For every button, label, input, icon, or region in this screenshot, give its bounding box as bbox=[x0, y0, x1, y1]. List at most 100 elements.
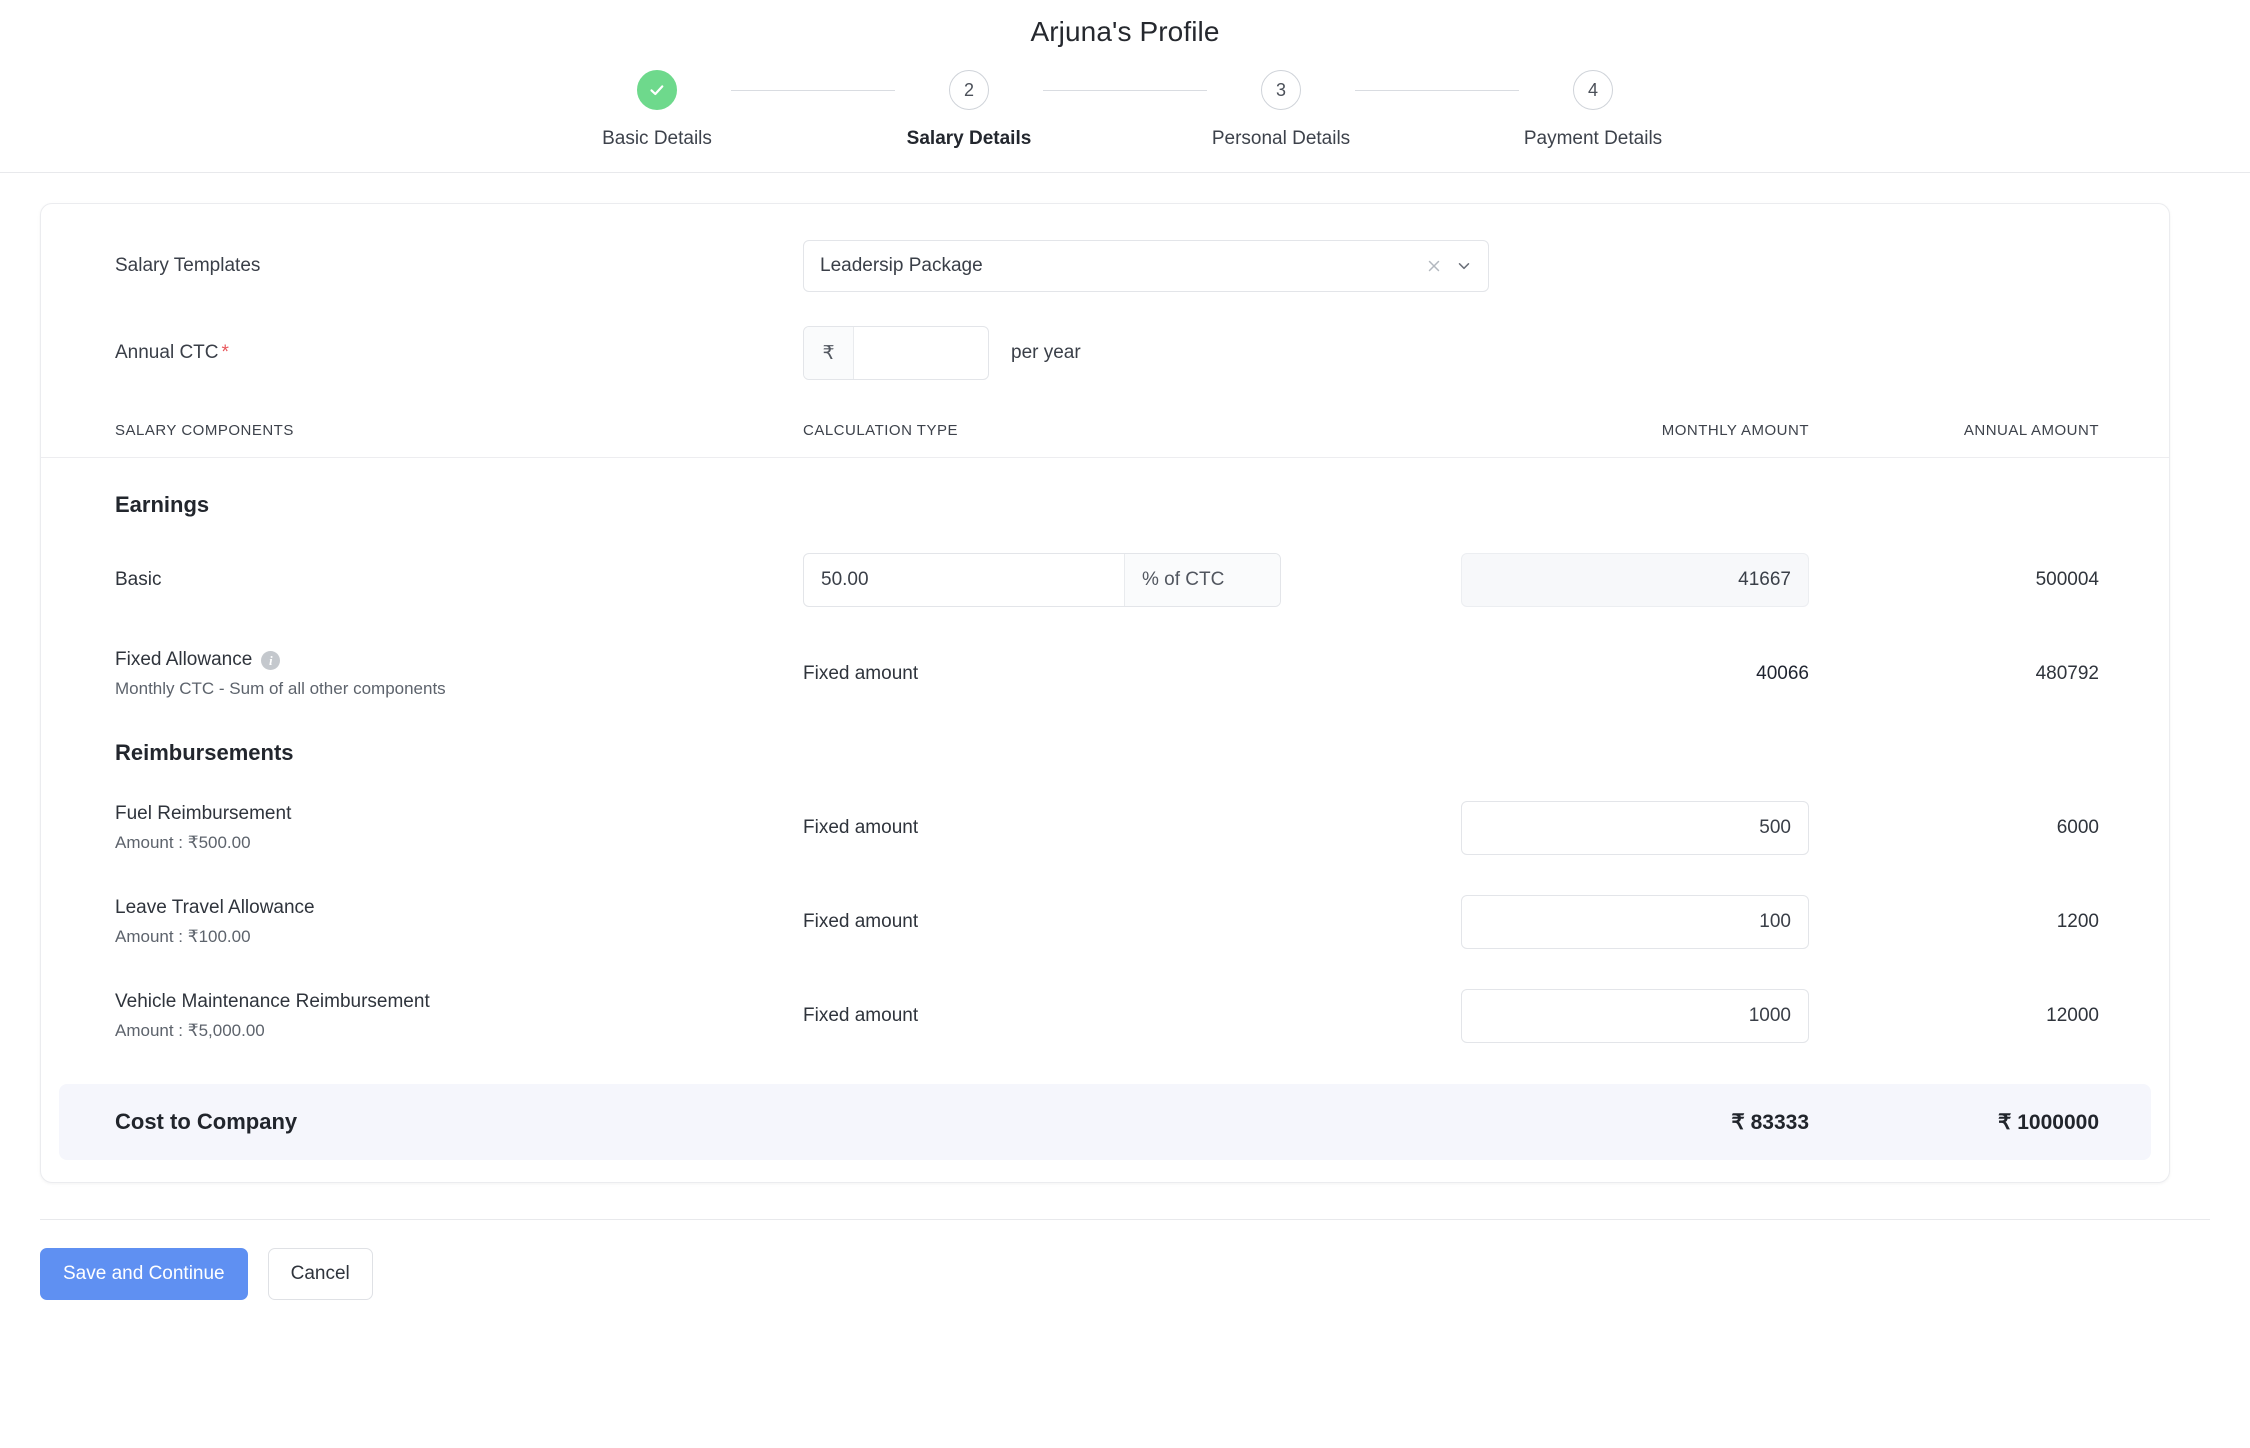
step-personal-details[interactable]: 3 Personal Details bbox=[1207, 70, 1355, 150]
actions-divider bbox=[40, 1219, 2210, 1220]
table-row: Leave Travel Allowance Amount : ₹100.00 Fi… bbox=[41, 890, 2169, 954]
step-label-payment-details: Payment Details bbox=[1523, 128, 1663, 149]
annual-ctc-label-text: Annual CTC bbox=[115, 342, 219, 363]
component-cell: Vehicle Maintenance Reimbursement Amount … bbox=[115, 991, 803, 1041]
close-icon[interactable] bbox=[1426, 258, 1442, 274]
monthly-amount-input[interactable] bbox=[1461, 801, 1809, 855]
component-name-text: Vehicle Maintenance Reimbursement bbox=[115, 991, 430, 1012]
table-body: Earnings Basic % of CTC 500004 Fixed Allowan… bbox=[41, 458, 2169, 1048]
monthly-amount-cell bbox=[1409, 895, 1809, 949]
step-payment-details[interactable]: 4 Payment Details bbox=[1519, 70, 1667, 150]
annual-amount-text: 480792 bbox=[2035, 663, 2099, 684]
percent-input-group[interactable]: % of CTC bbox=[803, 553, 1281, 607]
annual-ctc-input[interactable] bbox=[854, 327, 988, 379]
annual-amount-cell: 1200 bbox=[1809, 911, 2099, 933]
annual-amount-cell: 12000 bbox=[1809, 1005, 2099, 1027]
header-salary-components: SALARY COMPONENTS bbox=[115, 422, 294, 439]
salary-templates-value: Leadersip Package bbox=[820, 255, 983, 276]
cost-to-company-annual: ₹ 1000000 bbox=[1998, 1110, 2099, 1134]
component-name: Basic bbox=[115, 569, 803, 591]
annual-ctc-suffix: per year bbox=[1011, 342, 1081, 363]
page-title: Arjuna's Profile bbox=[1030, 16, 1220, 47]
monthly-amount-input-wrap bbox=[1409, 801, 1809, 855]
calculation-type-text: Fixed amount bbox=[803, 663, 919, 684]
component-name: Leave Travel Allowance bbox=[115, 897, 803, 919]
percent-input[interactable] bbox=[804, 554, 1124, 606]
monthly-amount-input-wrap bbox=[1409, 895, 1809, 949]
step-connector bbox=[1043, 90, 1207, 91]
component-subtext: Amount : ₹500.00 bbox=[115, 833, 251, 852]
step-salary-details[interactable]: 2 Salary Details bbox=[895, 70, 1043, 150]
salary-templates-label: Salary Templates bbox=[115, 255, 261, 276]
annual-ctc-input-group[interactable]: ₹ bbox=[803, 326, 989, 380]
monthly-amount-cell bbox=[1409, 801, 1809, 855]
table-header-row: SALARY COMPONENTS CALCULATION TYPE MONTH… bbox=[41, 422, 2169, 458]
monthly-amount-input-wrap bbox=[1409, 989, 1809, 1043]
annual-amount-cell: 500004 bbox=[1809, 569, 2099, 591]
salary-templates-row: Salary Templates Leadersip Package bbox=[41, 240, 2169, 292]
calculation-type-text: Fixed amount bbox=[803, 817, 919, 838]
salary-templates-select[interactable]: Leadersip Package bbox=[803, 240, 1489, 292]
save-and-continue-button[interactable]: Save and Continue bbox=[40, 1248, 248, 1300]
component-cell: Basic bbox=[115, 569, 803, 591]
step-label-basic-details: Basic Details bbox=[602, 128, 712, 149]
table-row: Fixed Allowance i Monthly CTC - Sum of all… bbox=[41, 642, 2169, 706]
component-subtext: Amount : ₹5,000.00 bbox=[115, 1021, 265, 1040]
component-name-text: Fixed Allowance bbox=[115, 649, 253, 670]
monthly-amount-text: 40066 bbox=[1756, 663, 1809, 684]
annual-amount-cell: 6000 bbox=[1809, 817, 2099, 839]
step-connector bbox=[731, 90, 895, 91]
cost-to-company-row: Cost to Company ₹ 83333 ₹ 1000000 bbox=[59, 1084, 2151, 1160]
table-row: Vehicle Maintenance Reimbursement Amount … bbox=[41, 984, 2169, 1048]
component-name-text: Basic bbox=[115, 569, 162, 590]
component-name: Fixed Allowance i bbox=[115, 649, 803, 671]
monthly-amount-cell bbox=[1409, 553, 1809, 607]
step-label-personal-details: Personal Details bbox=[1211, 128, 1351, 149]
info-icon[interactable]: i bbox=[261, 650, 281, 670]
cost-to-company-label: Cost to Company bbox=[115, 1109, 298, 1134]
monthly-amount-input[interactable] bbox=[1461, 989, 1809, 1043]
calculation-cell: Fixed amount bbox=[803, 911, 1409, 933]
component-name: Vehicle Maintenance Reimbursement bbox=[115, 991, 803, 1013]
calculation-type-text: Fixed amount bbox=[803, 1005, 919, 1026]
chevron-down-icon[interactable] bbox=[1456, 258, 1472, 274]
component-name: Fuel Reimbursement bbox=[115, 803, 803, 825]
component-cell: Leave Travel Allowance Amount : ₹100.00 bbox=[115, 897, 803, 947]
cancel-button[interactable]: Cancel bbox=[267, 1248, 373, 1300]
monthly-amount-input[interactable] bbox=[1461, 895, 1809, 949]
component-name-text: Leave Travel Allowance bbox=[115, 897, 315, 918]
annual-ctc-row: Annual CTC* ₹ per year bbox=[41, 326, 2169, 380]
form-actions: Save and Continue Cancel bbox=[40, 1248, 2250, 1300]
calculation-cell: % of CTC bbox=[803, 553, 1409, 607]
monthly-amount-cell: 40066 bbox=[1409, 663, 1809, 685]
step-connector bbox=[1355, 90, 1519, 91]
annual-amount-text: 500004 bbox=[2035, 569, 2099, 590]
calculation-cell: Fixed amount bbox=[803, 817, 1409, 839]
component-name-text: Fuel Reimbursement bbox=[115, 803, 292, 824]
header-monthly-amount: MONTHLY AMOUNT bbox=[1661, 422, 1809, 439]
calculation-cell: Fixed amount bbox=[803, 663, 1409, 685]
annual-amount-cell: 480792 bbox=[1809, 663, 2099, 685]
monthly-amount-cell bbox=[1409, 989, 1809, 1043]
cost-to-company-monthly: ₹ 83333 bbox=[1731, 1110, 1809, 1134]
component-subtext: Monthly CTC - Sum of all other component… bbox=[115, 679, 446, 698]
calculation-cell: Fixed amount bbox=[803, 1005, 1409, 1027]
annual-ctc-label: Annual CTC * bbox=[115, 342, 803, 364]
annual-amount-text: 1200 bbox=[2056, 911, 2099, 932]
header-annual-amount: ANNUAL AMOUNT bbox=[1963, 422, 2099, 439]
section-title: Earnings bbox=[115, 492, 210, 517]
step-basic-details[interactable]: Basic Details bbox=[583, 70, 731, 150]
step-number: 4 bbox=[1573, 70, 1613, 110]
section-title: Reimbursements bbox=[115, 740, 294, 765]
step-number: 2 bbox=[949, 70, 989, 110]
table-row: Fuel Reimbursement Amount : ₹500.00 Fixed … bbox=[41, 796, 2169, 860]
step-label-salary-details: Salary Details bbox=[906, 128, 1032, 149]
annual-amount-text: 12000 bbox=[2046, 1005, 2099, 1026]
calculation-type-text: Fixed amount bbox=[803, 911, 919, 932]
annual-amount-text: 6000 bbox=[2056, 817, 2099, 838]
component-cell: Fuel Reimbursement Amount : ₹500.00 bbox=[115, 803, 803, 853]
percent-unit-label: % of CTC bbox=[1124, 554, 1280, 606]
rupee-icon: ₹ bbox=[804, 327, 854, 379]
salary-components-table: SALARY COMPONENTS CALCULATION TYPE MONTH… bbox=[41, 422, 2169, 1160]
monthly-amount-input bbox=[1461, 553, 1809, 607]
